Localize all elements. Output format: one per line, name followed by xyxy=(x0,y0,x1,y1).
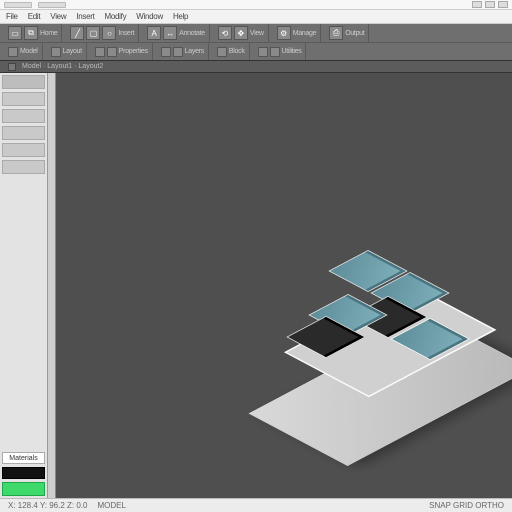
open-icon[interactable]: ⧉ xyxy=(24,26,38,40)
layout-icon[interactable] xyxy=(51,47,61,57)
rect-icon[interactable]: ▢ xyxy=(86,26,100,40)
measure-icon[interactable] xyxy=(258,47,268,57)
menu-edit[interactable]: Edit xyxy=(28,12,41,21)
dim-icon[interactable]: ↔ xyxy=(163,26,177,40)
menu-view[interactable]: View xyxy=(50,12,66,21)
props-icon[interactable] xyxy=(95,47,105,57)
status-bar: X: 128.4 Y: 96.2 Z: 0.0 MODEL SNAP GRID … xyxy=(0,498,512,512)
palette-swatch-dark[interactable] xyxy=(2,467,45,479)
orbit-icon[interactable]: ⟲ xyxy=(218,26,232,40)
layout-tab-icon[interactable] xyxy=(8,63,16,71)
pan-icon[interactable]: ✥ xyxy=(234,26,248,40)
palette-item[interactable] xyxy=(2,143,45,157)
gear-icon[interactable]: ⚙ xyxy=(277,26,291,40)
print-icon[interactable]: ⎙ xyxy=(329,26,343,40)
doc-tab[interactable] xyxy=(38,2,66,8)
menu-help[interactable]: Help xyxy=(173,12,188,21)
palette-item[interactable] xyxy=(2,160,45,174)
model-icon[interactable] xyxy=(8,47,18,57)
palette-item[interactable] xyxy=(2,126,45,140)
ribbon-group-insert[interactable]: Insert xyxy=(118,30,134,37)
main: Materials xyxy=(0,73,512,498)
palette-item[interactable] xyxy=(2,109,45,123)
text-icon[interactable]: A xyxy=(147,26,161,40)
palette-selected[interactable] xyxy=(2,482,45,496)
tool-palette: Materials xyxy=(0,73,47,498)
menu-insert[interactable]: Insert xyxy=(76,12,94,21)
ribbon-group-output[interactable]: Output xyxy=(345,30,364,37)
new-icon[interactable]: ▭ xyxy=(8,26,22,40)
ribbon-row-1: ▭⧉Home ╱▢○Insert A↔Annotate ⟲✥View ⚙Mana… xyxy=(0,24,512,42)
status-mode[interactable]: MODEL xyxy=(97,501,125,510)
menu-modify[interactable]: Modify xyxy=(105,12,127,21)
ribbon-group-manage[interactable]: Manage xyxy=(293,30,317,37)
close-button[interactable] xyxy=(498,1,508,8)
layeriso-icon[interactable] xyxy=(173,47,183,57)
ribbon-group-model[interactable]: Model xyxy=(20,48,38,55)
palette-header[interactable] xyxy=(2,75,45,89)
ribbon: ▭⧉Home ╱▢○Insert A↔Annotate ⟲✥View ⚙Mana… xyxy=(0,24,512,61)
vertical-ruler xyxy=(48,73,56,498)
status-coords: X: 128.4 Y: 96.2 Z: 0.0 xyxy=(8,501,87,510)
ribbon-group-home[interactable]: Home xyxy=(40,30,57,37)
utility-strip: Model · Layout1 · Layout2 xyxy=(0,61,512,73)
calc-icon[interactable] xyxy=(270,47,280,57)
ribbon-group-properties[interactable]: Properties xyxy=(119,48,148,55)
breadcrumb[interactable]: Model · Layout1 · Layout2 xyxy=(22,63,103,70)
ribbon-group-block[interactable]: Block xyxy=(229,48,245,55)
ribbon-group-view[interactable]: View xyxy=(250,30,264,37)
props2-icon[interactable] xyxy=(107,47,117,57)
ribbon-group-utilities[interactable]: Utilities xyxy=(282,48,302,55)
ribbon-row-2: Model Layout Properties Layers Block Uti… xyxy=(0,42,512,60)
viewport[interactable] xyxy=(56,73,512,498)
minimize-button[interactable] xyxy=(472,1,482,8)
circle-icon[interactable]: ○ xyxy=(102,26,116,40)
left-panel: Materials xyxy=(0,73,48,498)
menu-file[interactable]: File xyxy=(6,12,18,21)
ribbon-group-layout[interactable]: Layout xyxy=(63,48,82,55)
ribbon-group-annotate[interactable]: Annotate xyxy=(179,30,205,37)
menu-window[interactable]: Window xyxy=(136,12,163,21)
maximize-button[interactable] xyxy=(485,1,495,8)
line-icon[interactable]: ╱ xyxy=(70,26,84,40)
block-icon[interactable] xyxy=(217,47,227,57)
titlebar xyxy=(0,0,512,10)
ribbon-group-layers[interactable]: Layers xyxy=(185,48,204,55)
palette-label: Materials xyxy=(2,452,45,464)
status-snap[interactable]: SNAP GRID ORTHO xyxy=(429,501,504,510)
model-stage[interactable] xyxy=(220,201,512,461)
menubar: File Edit View Insert Modify Window Help xyxy=(0,10,512,24)
palette-item[interactable] xyxy=(2,92,45,106)
app-tab[interactable] xyxy=(4,2,32,8)
layers-icon[interactable] xyxy=(161,47,171,57)
